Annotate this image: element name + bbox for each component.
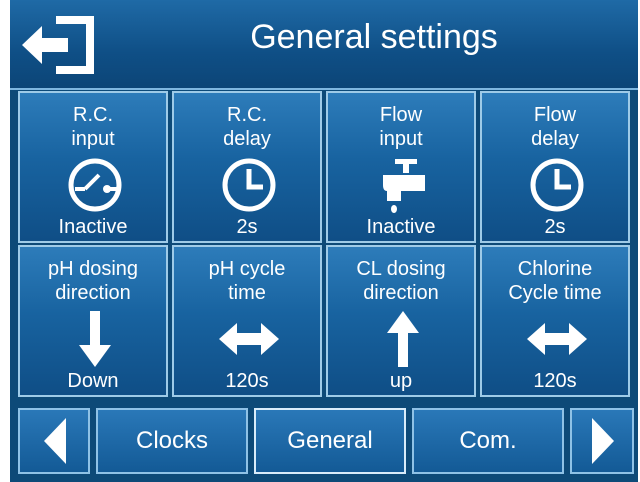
settings-grid: R.C. input Inactive R.C. delay 2s Flow i… bbox=[14, 89, 634, 399]
tile-rc-delay[interactable]: R.C. delay 2s bbox=[172, 91, 322, 243]
tile-ph-dosing-direction[interactable]: pH dosing direction Down bbox=[18, 245, 168, 397]
tile-value: 120s bbox=[533, 370, 577, 392]
triangle-right-icon bbox=[592, 418, 614, 464]
tile-label: Chlorine Cycle time bbox=[508, 258, 602, 304]
double-arrow-icon bbox=[219, 323, 279, 355]
tile-chlorine-cycle-time[interactable]: Chlorine Cycle time 120s bbox=[480, 245, 630, 397]
screen: General settings R.C. input Inactive R.C… bbox=[10, 0, 638, 482]
next-page-button[interactable] bbox=[570, 408, 634, 474]
tile-value: 2s bbox=[544, 216, 566, 238]
header: General settings bbox=[10, 0, 638, 90]
exit-arrow-icon bbox=[22, 16, 94, 74]
arrow-down-icon bbox=[79, 311, 111, 367]
tab-com[interactable]: Com. bbox=[412, 408, 564, 474]
tile-value: 2s bbox=[236, 216, 258, 238]
tile-cl-dosing-direction[interactable]: CL dosing direction up bbox=[326, 245, 476, 397]
tab-general[interactable]: General bbox=[254, 408, 406, 474]
tile-value: up bbox=[389, 370, 413, 392]
tile-label: CL dosing direction bbox=[356, 258, 446, 304]
tile-flow-delay[interactable]: Flow delay 2s bbox=[480, 91, 630, 243]
tile-label: R.C. input bbox=[71, 104, 115, 150]
tile-value: 120s bbox=[225, 370, 269, 392]
tile-label: Flow delay bbox=[531, 104, 579, 150]
prev-page-button[interactable] bbox=[18, 408, 90, 474]
tile-rc-input[interactable]: R.C. input Inactive bbox=[18, 91, 168, 243]
tile-label: pH cycle time bbox=[208, 258, 286, 304]
arrow-up-icon bbox=[387, 311, 419, 367]
tile-label: pH dosing direction bbox=[47, 258, 139, 304]
tile-label: Flow input bbox=[379, 104, 423, 150]
tile-ph-cycle-time[interactable]: pH cycle time 120s bbox=[172, 245, 322, 397]
double-arrow-icon bbox=[527, 323, 587, 355]
clock-icon bbox=[222, 158, 276, 212]
tile-flow-input[interactable]: Flow input Inactive bbox=[326, 91, 476, 243]
tile-label: R.C. delay bbox=[223, 104, 271, 150]
triangle-left-icon bbox=[44, 418, 66, 464]
tile-value: Inactive bbox=[366, 216, 436, 238]
tab-clocks[interactable]: Clocks bbox=[96, 408, 248, 474]
page-title: General settings bbox=[250, 18, 498, 56]
clock-icon bbox=[530, 158, 584, 212]
footer-nav: Clocks General Com. bbox=[10, 402, 638, 482]
faucet-icon bbox=[383, 159, 425, 213]
switch-icon bbox=[68, 158, 122, 212]
back-button[interactable] bbox=[18, 14, 100, 76]
tile-value: Down bbox=[67, 370, 119, 392]
tile-value: Inactive bbox=[58, 216, 128, 238]
